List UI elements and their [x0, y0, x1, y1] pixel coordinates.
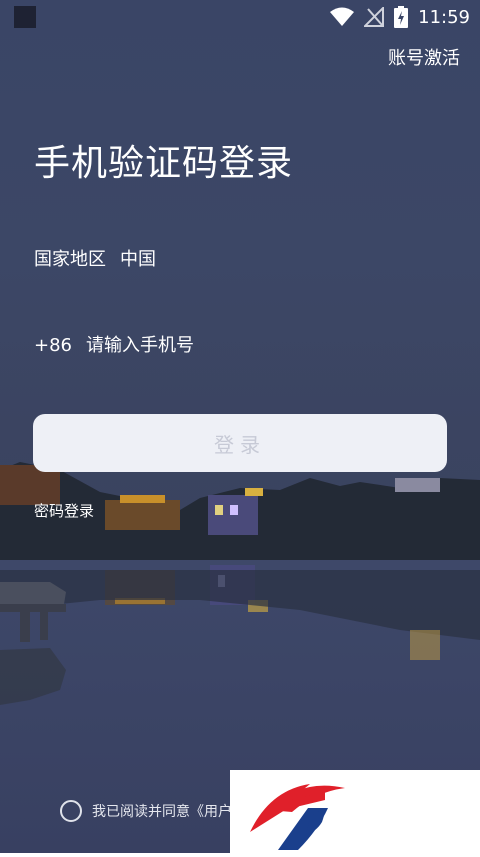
password-login-link[interactable]: 密码登录: [34, 500, 94, 521]
agreement-checkbox[interactable]: [60, 800, 82, 822]
region-selector[interactable]: 国家地区 中国: [34, 245, 156, 271]
page-title: 手机验证码登录: [34, 143, 294, 184]
phone-prefix[interactable]: +86: [34, 335, 72, 356]
battery-charging-icon: [394, 6, 409, 28]
watermark-logo: [230, 770, 480, 853]
phone-input[interactable]: 请输入手机号: [86, 335, 194, 356]
region-value: 中国: [120, 249, 156, 270]
notification-icon: [14, 6, 36, 28]
login-button[interactable]: 登录: [33, 414, 447, 472]
status-time: 11:59: [418, 6, 470, 28]
status-bar: 11:59: [0, 0, 480, 34]
activate-account-link[interactable]: 账号激活: [388, 44, 460, 70]
agreement-row: 我已阅读并同意《用户: [60, 800, 232, 822]
wifi-icon: [330, 7, 355, 26]
phone-field[interactable]: +86 请输入手机号: [34, 331, 194, 357]
logo-icon: [250, 784, 345, 850]
agreement-text[interactable]: 我已阅读并同意《用户: [92, 801, 232, 821]
region-label: 国家地区: [34, 249, 106, 270]
signal-off-icon: [364, 7, 385, 27]
